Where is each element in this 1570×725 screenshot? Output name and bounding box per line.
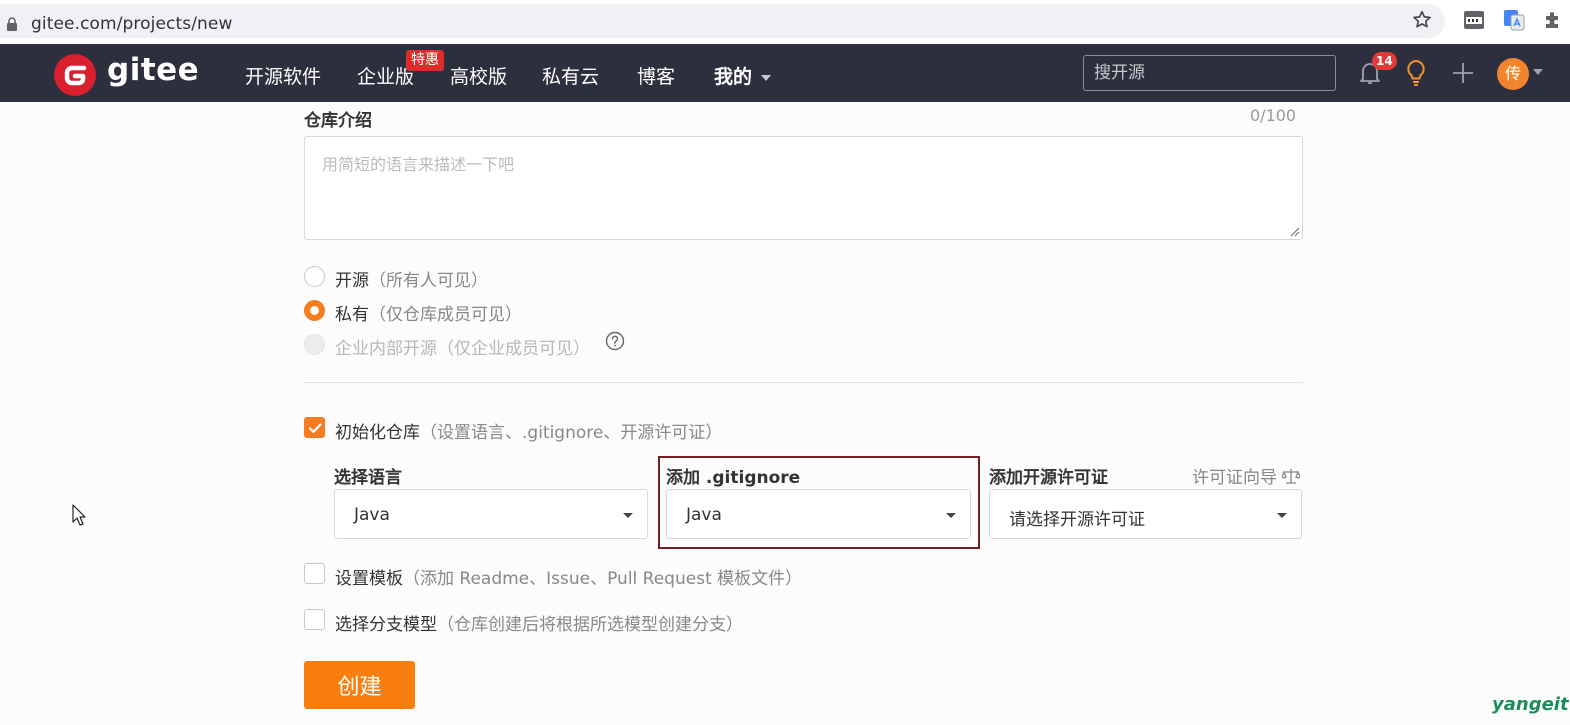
radio-enterprise-text: 企业内部开源（仅企业成员可见） — [335, 334, 590, 359]
radio-enterprise-hint: （仅企业成员可见） — [437, 339, 590, 359]
address-bar[interactable]: gitee.com/projects/new — [0, 4, 1445, 38]
license-wizard-link[interactable]: 许可证向导 — [1192, 463, 1302, 488]
dropdown-caret-icon — [946, 513, 956, 518]
radio-enterprise-label: 企业内部开源 — [335, 339, 437, 359]
radio-private[interactable] — [304, 300, 325, 321]
radio-public-label: 开源 — [335, 271, 369, 291]
puzzle-extensions-icon[interactable] — [1542, 9, 1564, 31]
gitignore-select[interactable]: Java — [666, 489, 971, 539]
init-repo-label: 初始化仓库 — [335, 423, 420, 443]
radio-public-hint: （所有人可见） — [369, 271, 488, 291]
search-input[interactable] — [1083, 55, 1336, 91]
dropdown-caret-icon — [1277, 513, 1287, 518]
site-navbar: gitee 开源软件 企业版 特惠 高校版 私有云 博客 我的 14 传 — [0, 44, 1570, 102]
license-select-value: 请选择开源许可证 — [1009, 510, 1145, 530]
nav-mine-label: 我的 — [714, 66, 753, 88]
off-extension-icon[interactable] — [1463, 9, 1485, 31]
license-select[interactable]: 请选择开源许可证 — [989, 489, 1302, 539]
radio-private-text[interactable]: 私有（仅仓库成员可见） — [335, 300, 522, 325]
mouse-cursor-icon — [72, 504, 86, 526]
branch-model-checkbox[interactable] — [304, 609, 325, 630]
create-button[interactable]: 创建 — [304, 661, 415, 709]
notification-count-badge: 14 — [1372, 52, 1397, 70]
gitignore-select-value: Java — [686, 505, 722, 525]
browser-toolbar: gitee.com/projects/new — [0, 0, 1570, 42]
init-repo-text[interactable]: 初始化仓库（设置语言、.gitignore、开源许可证） — [335, 418, 722, 443]
radio-enterprise-internal — [304, 334, 325, 355]
dropdown-caret-icon — [623, 513, 633, 518]
init-repo-checkbox[interactable] — [304, 417, 325, 438]
language-label: 选择语言 — [334, 468, 402, 488]
init-repo-hint: （设置语言、.gitignore、开源许可证） — [420, 423, 723, 443]
section-divider — [304, 382, 1303, 383]
license-label: 添加开源许可证 — [989, 468, 1108, 488]
description-textarea[interactable] — [304, 136, 1303, 240]
radio-public[interactable] — [304, 266, 325, 287]
nav-mine[interactable]: 我的 — [714, 62, 771, 89]
license-wizard-label: 许可证向导 — [1192, 468, 1277, 488]
template-checkbox[interactable] — [304, 563, 325, 584]
watermark-text: yangeit — [1492, 694, 1569, 715]
resize-grip-icon[interactable] — [1288, 225, 1300, 237]
nav-private-cloud[interactable]: 私有云 — [542, 62, 599, 89]
template-hint: （添加 Readme、Issue、Pull Request 模板文件） — [403, 569, 803, 589]
template-label: 设置模板 — [335, 569, 403, 589]
branch-model-label: 选择分支模型 — [335, 615, 437, 635]
bookmark-star-icon[interactable] — [1411, 9, 1433, 31]
language-select[interactable]: Java — [334, 489, 648, 539]
chevron-down-icon — [760, 74, 771, 81]
avatar[interactable]: 传 — [1497, 58, 1529, 90]
radio-private-hint: （仅仓库成员可见） — [369, 305, 522, 325]
gitignore-label: 添加 .gitignore — [666, 468, 801, 488]
logo-text[interactable]: gitee — [107, 52, 199, 88]
radio-private-label: 私有 — [335, 305, 369, 325]
url-text: gitee.com/projects/new — [31, 14, 233, 34]
description-label: 仓库介绍 — [304, 111, 372, 131]
language-select-value: Java — [354, 505, 390, 525]
branch-model-text[interactable]: 选择分支模型（仓库创建后将根据所选模型创建分支） — [335, 610, 743, 635]
gitee-logo-icon[interactable] — [54, 54, 96, 96]
plus-icon[interactable] — [1451, 61, 1475, 85]
check-icon — [308, 423, 322, 434]
help-question-icon[interactable] — [605, 331, 625, 351]
avatar-chevron-down-icon[interactable] — [1533, 69, 1543, 75]
lightbulb-icon[interactable] — [1404, 59, 1428, 87]
radio-public-text[interactable]: 开源（所有人可见） — [335, 266, 488, 291]
template-text[interactable]: 设置模板（添加 Readme、Issue、Pull Request 模板文件） — [335, 564, 802, 589]
nav-blog[interactable]: 博客 — [637, 62, 675, 89]
promo-badge: 特惠 — [406, 50, 444, 71]
nav-open-source[interactable]: 开源软件 — [245, 62, 321, 89]
description-counter: 0/100 — [1250, 106, 1297, 125]
branch-model-hint: （仓库创建后将根据所选模型创建分支） — [437, 615, 743, 635]
nav-education[interactable]: 高校版 — [450, 62, 507, 89]
translate-extension-icon[interactable] — [1503, 9, 1525, 31]
lock-icon — [7, 17, 17, 31]
scale-icon — [1281, 469, 1302, 484]
